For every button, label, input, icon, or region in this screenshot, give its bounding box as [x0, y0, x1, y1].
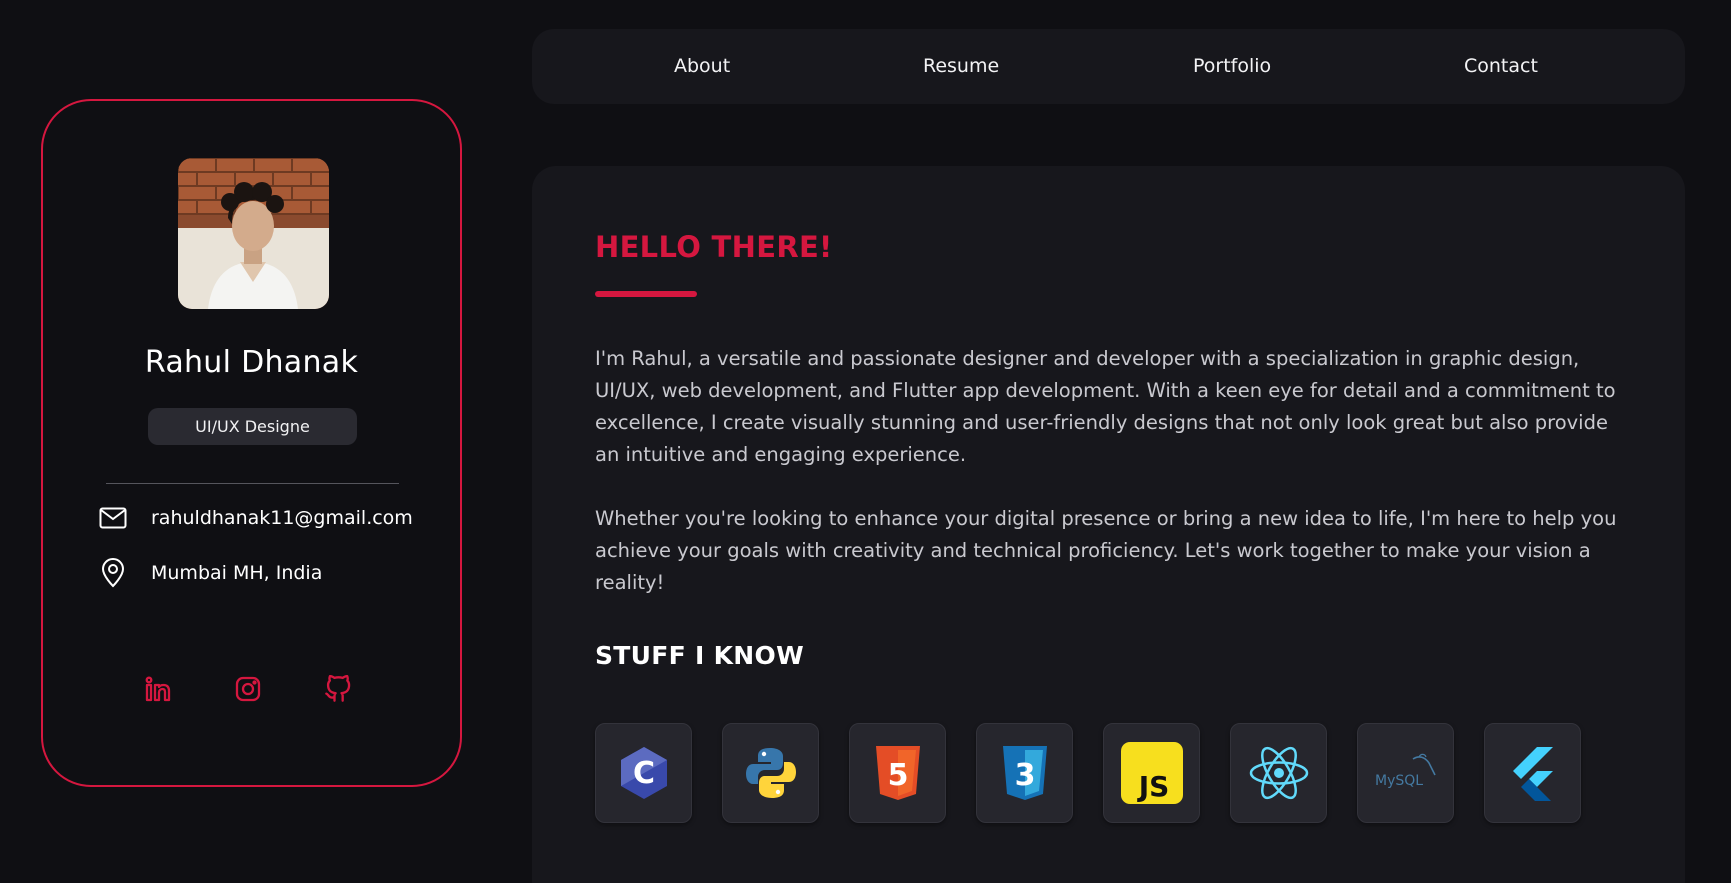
javascript-icon: JS	[1120, 742, 1183, 804]
location-pin-icon	[98, 558, 128, 588]
svg-text:JS: JS	[1136, 770, 1169, 803]
profile-card: Rahul Dhanak UI/UX Designe rahuldhanak11…	[41, 99, 462, 787]
email-row[interactable]: rahuldhanak11@gmail.com	[98, 503, 413, 533]
c-lang-icon: C	[620, 747, 667, 799]
nav-portfolio[interactable]: Portfolio	[1193, 29, 1271, 104]
skill-mysql: MySQL	[1357, 723, 1454, 823]
heading-underline	[595, 291, 697, 297]
profile-photo	[178, 158, 329, 309]
react-icon	[1249, 746, 1308, 800]
svg-text:C: C	[632, 756, 654, 791]
nav-about[interactable]: About	[674, 29, 730, 104]
linkedin-icon[interactable]	[142, 673, 174, 705]
skill-python	[722, 723, 819, 823]
nav-resume[interactable]: Resume	[923, 29, 999, 104]
instagram-icon[interactable]	[232, 673, 264, 705]
mysql-icon: MySQL	[1375, 753, 1436, 789]
skill-css3: 3	[976, 723, 1073, 823]
css3-icon: 3	[1002, 746, 1047, 800]
intro-paragraph-2: Whether you're looking to enhance your d…	[595, 507, 1617, 594]
top-navigation: About Resume Portfolio Contact	[532, 29, 1685, 104]
email-text[interactable]: rahuldhanak11@gmail.com	[151, 507, 413, 529]
github-icon[interactable]	[322, 673, 354, 705]
html5-icon: 5	[875, 746, 920, 800]
python-icon	[745, 748, 796, 798]
skill-c: C	[595, 723, 692, 823]
skill-flutter	[1484, 723, 1581, 823]
mail-icon	[98, 503, 128, 533]
skill-react	[1230, 723, 1327, 823]
section-heading: HELLO THERE!	[595, 230, 833, 264]
nav-contact[interactable]: Contact	[1464, 29, 1538, 104]
social-links	[43, 673, 460, 705]
flutter-icon	[1512, 747, 1553, 801]
divider	[106, 483, 399, 484]
role-badge: UI/UX Designe	[148, 408, 357, 445]
location-text: Mumbai MH, India	[151, 562, 323, 584]
about-panel: HELLO THERE! I'm Rahul, a versatile and …	[532, 166, 1685, 883]
skills-heading: STUFF I KNOW	[595, 641, 804, 670]
svg-text:5: 5	[887, 758, 908, 793]
svg-text:MySQL: MySQL	[1375, 773, 1423, 789]
location-row: Mumbai MH, India	[98, 558, 322, 588]
profile-name: Rahul Dhanak	[144, 345, 359, 380]
avatar	[178, 158, 329, 309]
svg-text:3: 3	[1014, 758, 1035, 793]
intro-paragraph: I'm Rahul, a versatile and passionate de…	[595, 347, 1616, 466]
skill-javascript: JS	[1103, 723, 1200, 823]
skill-html5: 5	[849, 723, 946, 823]
